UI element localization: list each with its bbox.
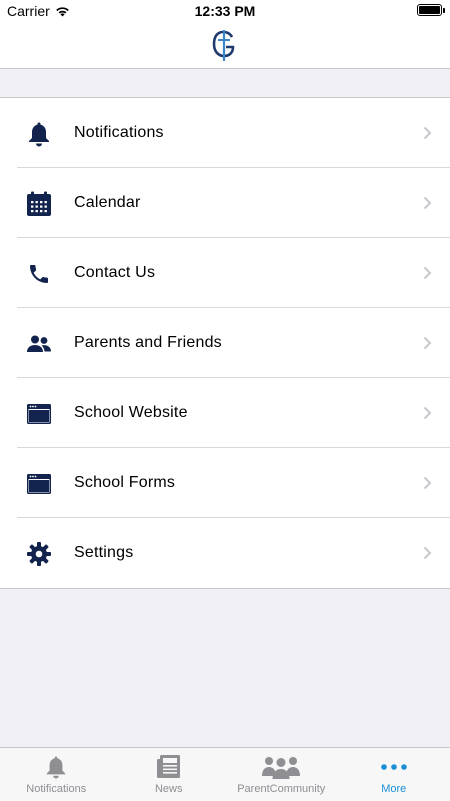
tab-label: More: [338, 783, 450, 795]
menu-item-notifications[interactable]: Notifications: [0, 98, 450, 168]
group-icon: [225, 753, 338, 781]
browser-window-icon: [25, 471, 53, 497]
chevron-right-icon: [423, 406, 432, 420]
tab-bar: Notifications News Paren: [0, 747, 450, 801]
menu-item-school-forms[interactable]: School Forms: [0, 448, 450, 518]
tab-label: Notifications: [0, 783, 113, 795]
menu-item-settings[interactable]: Settings: [0, 518, 450, 588]
browser-window-icon: [25, 401, 53, 427]
menu-item-calendar[interactable]: Calendar: [0, 168, 450, 238]
battery-icon: [417, 4, 442, 16]
menu-item-label: Contact Us: [74, 238, 155, 308]
tab-label: ParentCommunity: [225, 783, 338, 795]
status-time: 12:33 PM: [0, 3, 450, 19]
calendar-icon: [25, 191, 53, 217]
status-bar: Carrier 12:33 PM: [0, 0, 450, 22]
tab-parentcommunity[interactable]: ParentCommunity: [225, 748, 338, 801]
school-crest-logo: [210, 28, 240, 62]
menu-item-label: School Forms: [74, 448, 175, 518]
menu-item-contact-us[interactable]: Contact Us: [0, 238, 450, 308]
chevron-right-icon: [423, 476, 432, 490]
more-dots-icon: [338, 753, 450, 781]
menu-item-school-website[interactable]: School Website: [0, 378, 450, 448]
newspaper-icon: [113, 753, 226, 781]
menu-item-parents-and-friends[interactable]: Parents and Friends: [0, 308, 450, 378]
menu-item-label: Parents and Friends: [74, 308, 222, 378]
menu-item-label: School Website: [74, 378, 188, 448]
chevron-right-icon: [423, 126, 432, 140]
people-icon: [25, 331, 53, 357]
chevron-right-icon: [423, 546, 432, 560]
chevron-right-icon: [423, 336, 432, 350]
menu-item-label: Notifications: [74, 98, 164, 168]
phone-icon: [25, 261, 53, 287]
bell-icon: [0, 753, 113, 781]
more-menu-list: Notifications Calendar: [0, 97, 450, 589]
chevron-right-icon: [423, 196, 432, 210]
header-bar: [0, 22, 450, 69]
menu-item-label: Calendar: [74, 168, 141, 238]
tab-notifications[interactable]: Notifications: [0, 748, 113, 801]
menu-item-label: Settings: [74, 518, 133, 588]
tab-more[interactable]: More: [338, 748, 450, 801]
tab-news[interactable]: News: [113, 748, 226, 801]
tab-label: News: [113, 783, 226, 795]
bell-icon: [25, 121, 53, 147]
gear-icon: [25, 541, 53, 567]
chevron-right-icon: [423, 266, 432, 280]
